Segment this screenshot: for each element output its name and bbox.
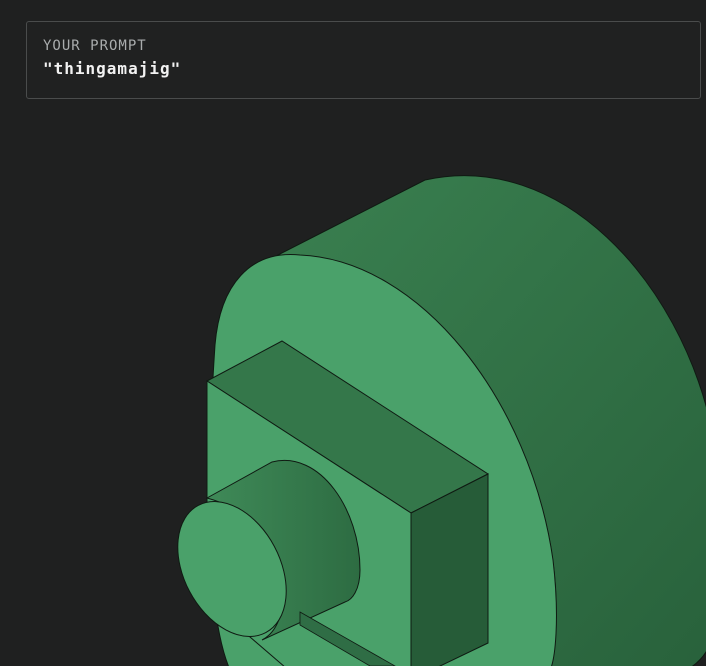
prompt-label: YOUR PROMPT (43, 38, 147, 54)
small-cylinder-side (205, 460, 361, 641)
prompt-text: "thingamajig" (43, 59, 182, 78)
box-right-face (410, 473, 489, 666)
disc-side-face (276, 175, 706, 666)
box-top-face (206, 340, 490, 514)
prompt-card: YOUR PROMPT "thingamajig" (26, 21, 701, 99)
disc-front-face (208, 254, 557, 666)
box-front-face (206, 380, 412, 666)
box-bottom-shadow (299, 611, 396, 666)
cad-model-render (177, 175, 706, 666)
small-cylinder-front-face (177, 501, 287, 637)
